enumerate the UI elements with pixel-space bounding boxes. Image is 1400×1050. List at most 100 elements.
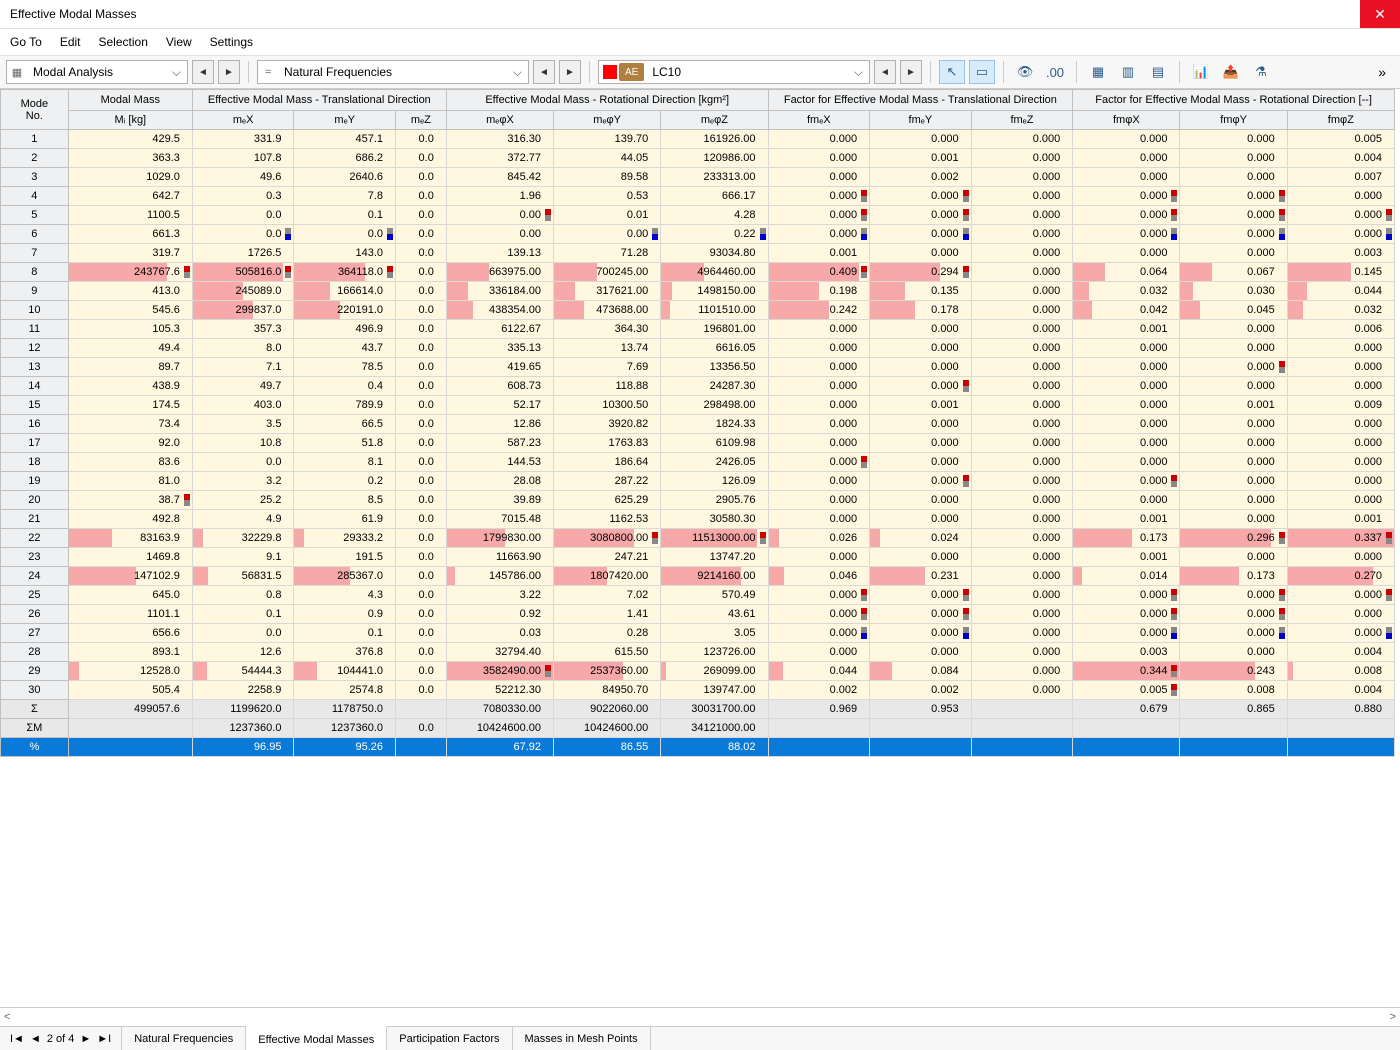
first-page-button[interactable]: I◄ (10, 1033, 24, 1045)
cell[interactable]: 0.0 (396, 263, 447, 282)
cell[interactable]: 376.8 (294, 643, 396, 662)
cell[interactable]: 0.000 (971, 567, 1073, 586)
cell[interactable]: 0.002 (768, 681, 870, 700)
row-header[interactable]: 12 (1, 339, 69, 358)
cell[interactable]: 1726.5 (192, 244, 294, 263)
cell[interactable]: 0.000 (971, 244, 1073, 263)
cell[interactable]: 0.00 (446, 206, 553, 225)
cell[interactable]: 174.5 (68, 396, 192, 415)
cell[interactable]: 8.1 (294, 453, 396, 472)
cell[interactable]: 499057.6 (68, 700, 192, 719)
next-result-button[interactable]: ► (559, 60, 581, 84)
cell[interactable]: 0.000 (768, 415, 870, 434)
cell[interactable]: 656.6 (68, 624, 192, 643)
cell[interactable]: 0.0 (396, 396, 447, 415)
cell[interactable]: 0.000 (971, 377, 1073, 396)
cell[interactable]: 1178750.0 (294, 700, 396, 719)
row-header[interactable]: 27 (1, 624, 69, 643)
cell[interactable]: 0.000 (1180, 339, 1287, 358)
cell[interactable]: 126.09 (661, 472, 768, 491)
cell[interactable]: 0.000 (768, 168, 870, 187)
cell[interactable]: 0.000 (1073, 130, 1180, 149)
cell[interactable]: 0.008 (1180, 681, 1287, 700)
cell[interactable]: 3.22 (446, 586, 553, 605)
colgroup-5[interactable]: Factor for Effective Modal Mass - Rotati… (1073, 90, 1395, 111)
cell[interactable]: 372.77 (446, 149, 553, 168)
cell[interactable]: 0.000 (1180, 434, 1287, 453)
combo-loadcase[interactable]: AE LC10 ⌵ (598, 60, 870, 84)
cell[interactable]: 10.8 (192, 434, 294, 453)
cell[interactable]: 0.0 (396, 377, 447, 396)
cell[interactable]: 0.135 (870, 282, 972, 301)
col-mₑZ[interactable]: mₑZ (396, 111, 447, 130)
cell[interactable]: 34121000.00 (661, 719, 768, 738)
cell[interactable]: 336184.00 (446, 282, 553, 301)
cell[interactable]: 0.000 (971, 548, 1073, 567)
cell[interactable]: 625.29 (554, 491, 661, 510)
cell[interactable]: 25.2 (192, 491, 294, 510)
cell[interactable]: 0.270 (1287, 567, 1394, 586)
cell[interactable]: 54444.3 (192, 662, 294, 681)
cell[interactable]: 0.145 (1287, 263, 1394, 282)
cell[interactable]: 0.969 (768, 700, 870, 719)
cell[interactable]: 95.26 (294, 738, 396, 757)
cell[interactable]: 28.08 (446, 472, 553, 491)
cell[interactable]: 107.8 (192, 149, 294, 168)
cell[interactable]: 0.173 (1180, 567, 1287, 586)
cell[interactable] (768, 738, 870, 757)
cell[interactable]: 0.000 (870, 130, 972, 149)
menu-go-to[interactable]: Go To (10, 35, 42, 49)
cell[interactable]: 0.007 (1287, 168, 1394, 187)
cell[interactable]: 0.000 (971, 225, 1073, 244)
cell[interactable]: 88.02 (661, 738, 768, 757)
cell[interactable]: 700245.00 (554, 263, 661, 282)
cell[interactable]: 0.1 (192, 605, 294, 624)
cell[interactable]: 505.4 (68, 681, 192, 700)
row-header[interactable]: 26 (1, 605, 69, 624)
cell[interactable]: 335.13 (446, 339, 553, 358)
col-mₑφX[interactable]: mₑφX (446, 111, 553, 130)
cell[interactable]: 0.0 (396, 187, 447, 206)
cell[interactable]: 0.243 (1180, 662, 1287, 681)
cell[interactable]: 0.000 (971, 643, 1073, 662)
cell[interactable]: 93034.80 (661, 244, 768, 263)
cell[interactable]: 161926.00 (661, 130, 768, 149)
cell[interactable]: 0.032 (1073, 282, 1180, 301)
cell[interactable]: 49.7 (192, 377, 294, 396)
cell[interactable]: 0.005 (1073, 681, 1180, 700)
col-fmₑZ[interactable]: fmₑZ (971, 111, 1073, 130)
cell[interactable]: 0.000 (1073, 434, 1180, 453)
menu-view[interactable]: View (166, 35, 192, 49)
last-page-button[interactable]: ►I (97, 1033, 111, 1045)
cell[interactable]: 196801.00 (661, 320, 768, 339)
cell[interactable]: 0.000 (1180, 510, 1287, 529)
prev-page-button[interactable]: ◄ (30, 1033, 41, 1045)
combo-result[interactable]: ≈ Natural Frequencies ⌵ (257, 60, 529, 84)
cell[interactable]: 67.92 (446, 738, 553, 757)
cell[interactable]: 0.0 (192, 453, 294, 472)
cell[interactable]: 0.042 (1073, 301, 1180, 320)
cell[interactable]: 0.00 (554, 225, 661, 244)
cell[interactable]: 0.000 (1180, 586, 1287, 605)
cell[interactable] (68, 738, 192, 757)
cell[interactable]: 1807420.00 (554, 567, 661, 586)
cell[interactable]: 52212.30 (446, 681, 553, 700)
cell[interactable]: 7.1 (192, 358, 294, 377)
cell[interactable]: 0.000 (971, 187, 1073, 206)
cell[interactable]: 0.000 (1287, 339, 1394, 358)
cell[interactable]: 0.000 (1180, 415, 1287, 434)
cell[interactable]: 61.9 (294, 510, 396, 529)
cell[interactable]: 661.3 (68, 225, 192, 244)
tab-masses-in-mesh-points[interactable]: Masses in Mesh Points (513, 1027, 651, 1050)
cell[interactable] (870, 719, 972, 738)
cell[interactable]: 1101510.00 (661, 301, 768, 320)
col-Mᵢ [kg][interactable]: Mᵢ [kg] (68, 111, 192, 130)
cell[interactable]: 3920.82 (554, 415, 661, 434)
combo-analysis[interactable]: ▦ Modal Analysis ⌵ (6, 60, 188, 84)
tab-natural-frequencies[interactable]: Natural Frequencies (122, 1027, 246, 1050)
cell[interactable]: 0.000 (1180, 624, 1287, 643)
cell[interactable]: 10424600.00 (446, 719, 553, 738)
cell[interactable]: 3.05 (661, 624, 768, 643)
cell[interactable] (1180, 719, 1287, 738)
cell[interactable]: 1.96 (446, 187, 553, 206)
